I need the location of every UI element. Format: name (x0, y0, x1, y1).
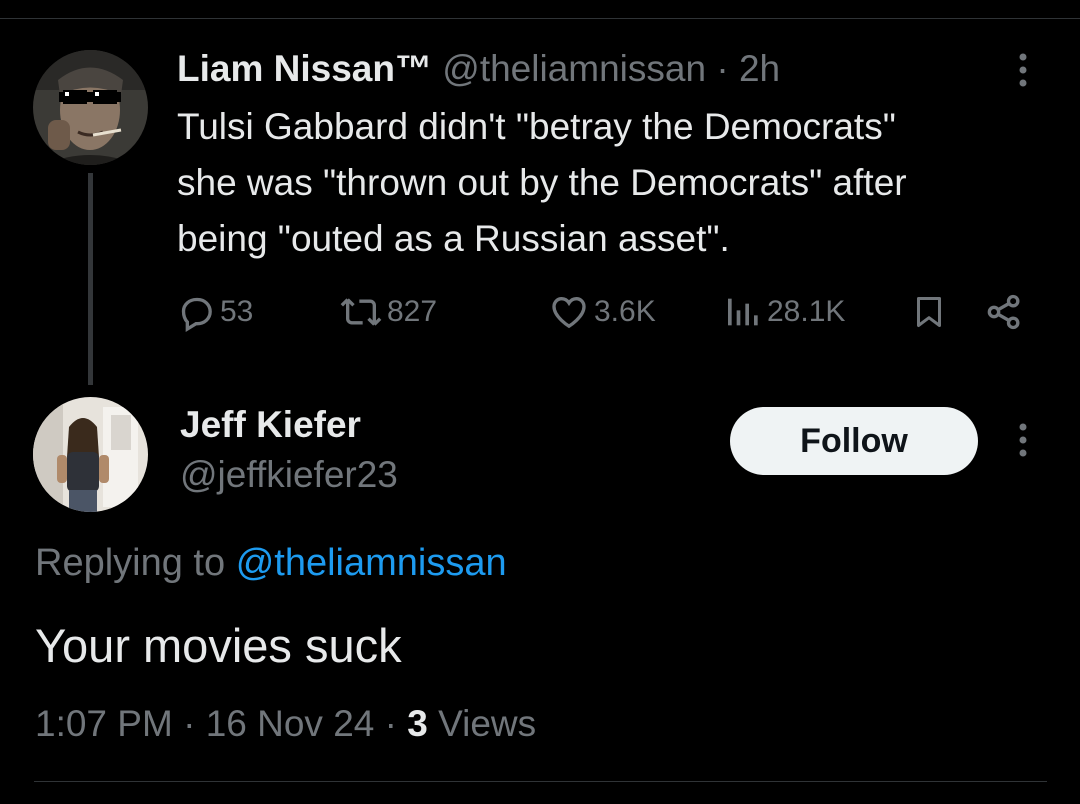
thread-connector-line (88, 173, 93, 385)
meta-separator: · (384, 703, 397, 744)
bookmark-button[interactable] (911, 290, 947, 334)
header-separator: · (716, 48, 729, 89)
reply-text: Your movies suck (35, 619, 402, 672)
tweet-header: Liam Nissan™ @theliamnissan · 2h (177, 44, 780, 94)
heart-icon (548, 292, 590, 332)
reply-icon (176, 292, 216, 332)
bookmark-icon (911, 292, 947, 332)
views-count: 28.1K (767, 295, 846, 328)
reply-count: 53 (220, 295, 254, 328)
tweet-more-icon[interactable] (1010, 50, 1036, 90)
tweet-text-line: Tulsi Gabbard didn't "betray the Democra… (177, 106, 896, 147)
like-count: 3.6K (594, 295, 656, 328)
tweet-action-bar: 53 827 3.6K 28.1K (176, 290, 1036, 334)
views-button[interactable]: 28.1K (723, 290, 845, 334)
reply-author-handle[interactable]: @jeffkiefer23 (180, 452, 398, 498)
tweet-text: Tulsi Gabbard didn't "betray the Democra… (177, 99, 1057, 267)
tweet-text-line: she was "thrown out by the Democrats" af… (177, 162, 907, 203)
replying-to-line: Replying to @theliamnissan (35, 538, 507, 588)
replying-prefix: Replying to (35, 542, 226, 584)
share-icon (984, 292, 1024, 332)
tweet-time-ago[interactable]: 2h (739, 48, 780, 89)
reply-views-count: 3 (407, 703, 428, 744)
reply-time[interactable]: 1:07 PM (35, 703, 173, 744)
follow-button[interactable]: Follow (730, 407, 978, 475)
reply-views-label: Views (438, 703, 537, 744)
bottom-divider (34, 781, 1047, 782)
replying-to-mention[interactable]: @theliamnissan (236, 542, 507, 584)
meta-separator: · (183, 703, 196, 744)
analytics-icon (723, 292, 763, 332)
tweet-text-line: being "outed as a Russian asset". (177, 218, 730, 259)
retweet-button[interactable]: 827 (339, 290, 437, 334)
tweet-author-name[interactable]: Liam Nissan™ (177, 48, 432, 89)
reply-author-name[interactable]: Jeff Kiefer (180, 402, 361, 448)
liam-nissan-avatar[interactable] (33, 50, 148, 165)
reply-metadata: 1:07 PM · 16 Nov 24 · 3 Views (35, 699, 536, 749)
share-button[interactable] (984, 290, 1024, 334)
tweet-author-handle[interactable]: @theliamnissan (442, 48, 706, 89)
retweet-icon (339, 292, 383, 332)
reply-more-icon[interactable] (1010, 420, 1036, 460)
retweet-count: 827 (387, 295, 438, 328)
reply-date[interactable]: 16 Nov 24 (206, 703, 375, 744)
top-divider (0, 18, 1080, 19)
reply-button[interactable]: 53 (176, 290, 253, 334)
jeff-kiefer-avatar[interactable] (33, 397, 148, 512)
like-button[interactable]: 3.6K (548, 290, 656, 334)
